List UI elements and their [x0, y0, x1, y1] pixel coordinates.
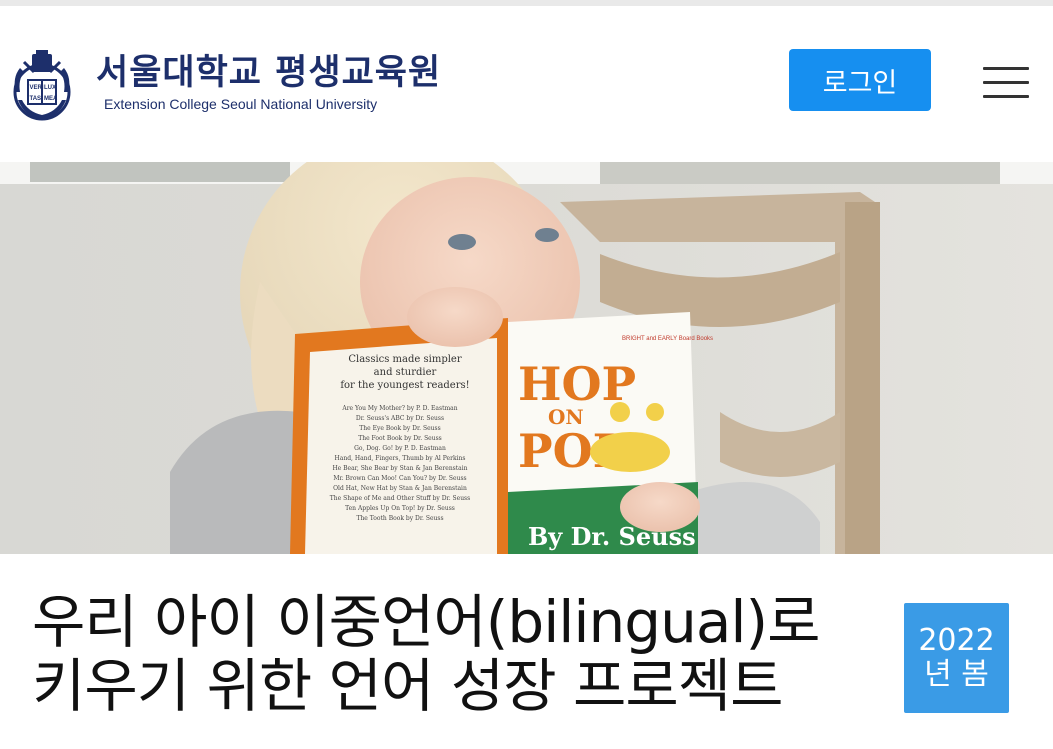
season-year: 2022	[918, 623, 995, 658]
book-back-list-item: Are You My Mother? by P. D. Eastman	[341, 405, 457, 412]
book-back-list-item: Dr. Seuss's ABC by Dr. Seuss	[356, 415, 444, 422]
book-back-list-item: He Bear, She Bear by Stan & Jan Berensta…	[332, 465, 467, 472]
hero-image: HOP ON POP By Dr. Seuss BRIGHT and EARLY…	[0, 162, 1053, 554]
emblem-text-veri: VERI	[30, 85, 44, 91]
hamburger-menu-icon[interactable]	[983, 67, 1029, 99]
emblem-text-tas: TAS	[30, 96, 42, 102]
book-back-list-item: The Tooth Book by Dr. Seuss	[356, 515, 443, 522]
book-back-tagline-1: Classics made simpler	[348, 354, 461, 365]
book-back-tagline-2: and sturdier	[374, 367, 437, 378]
snu-emblem-icon[interactable]: VERI LUX TAS MEA	[10, 48, 74, 124]
program-title-line2: 키우기 위한 언어 성장 프로젝트	[32, 652, 783, 720]
emblem-text-mea: MEA	[44, 96, 58, 102]
book-author: By Dr. Seuss	[528, 522, 696, 551]
book-back-tagline-3: for the youngest readers!	[340, 380, 469, 391]
book-back-list-item: The Shape of Me and Other Stuff by Dr. S…	[330, 495, 470, 502]
book-back-list-item: Ten Apples Up On Top! by Dr. Seuss	[345, 505, 455, 512]
season-badge: 2022 년 봄	[904, 603, 1009, 713]
book-series: BRIGHT and EARLY Board Books	[622, 336, 713, 342]
login-button[interactable]: 로그인	[789, 49, 931, 111]
book-back-list-item: Mr. Brown Can Moo! Can You? by Dr. Seuss	[333, 475, 466, 482]
emblem-text-lux: LUX	[44, 85, 56, 91]
site-header: VERI LUX TAS MEA 서울대학교 평생교육원 Extension C…	[0, 6, 1053, 161]
logo-subtitle: Extension College Seoul National Univers…	[104, 96, 378, 112]
book-back-list-item: The Foot Book by Dr. Seuss	[358, 435, 442, 442]
program-title-line1: 우리 아이 이중언어(bilingual)로	[32, 588, 821, 656]
book-back-list-item: The Eye Book by Dr. Seuss	[359, 425, 440, 432]
book-back-list-item: Go, Dog. Go! by P. D. Eastman	[354, 445, 446, 452]
season-term: 년 봄	[924, 657, 989, 692]
logo-title[interactable]: 서울대학교 평생교육원	[96, 56, 441, 91]
program-title: 우리 아이 이중언어(bilingual)로 키우기 위한 언어 성장 프로젝트	[32, 590, 892, 718]
book-back-list-item: Old Hat, New Hat by Stan & Jan Berenstai…	[333, 485, 467, 492]
book-back-list-item: Hand, Hand, Fingers, Thumb by Al Perkins	[335, 455, 466, 462]
